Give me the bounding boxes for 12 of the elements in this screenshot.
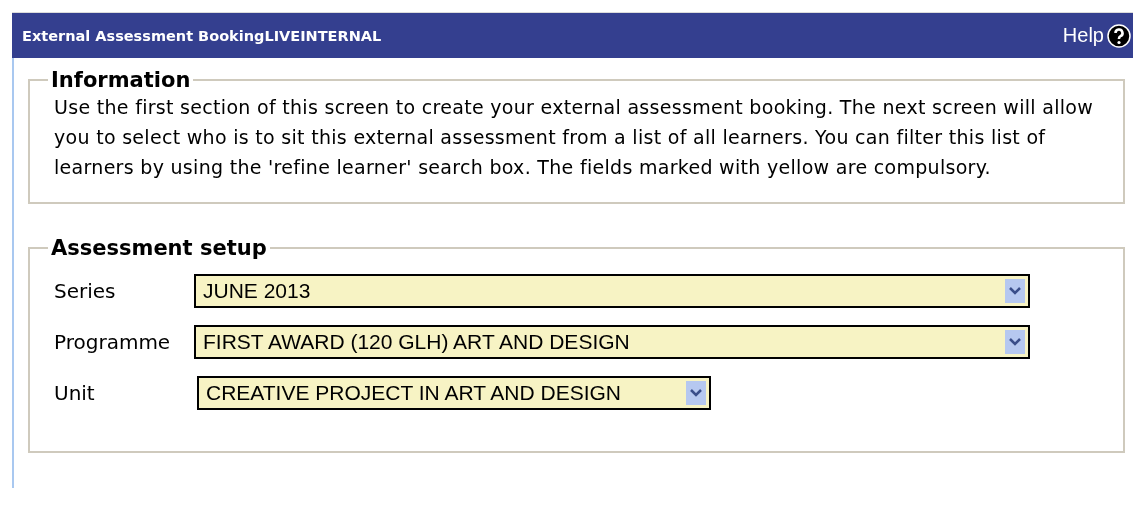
dropdown[interactable]: JUNE 2013	[194, 274, 1030, 308]
help-icon[interactable]	[1107, 23, 1131, 48]
window-title: External Assessment BookingLIVEINTERNAL	[22, 27, 383, 44]
field-label: Unit	[54, 381, 96, 405]
information-text: Use the first section of this screen to create your external assessment booking. The next screen will allow you to select who is to sit this external assessment from a list of all learners. You can filter this list of learners by using the 'refine learner' search box. The fields marked with yellow are compulsory.	[54, 95, 1094, 180]
field-label: Series	[54, 279, 117, 303]
dropdown[interactable]: FIRST AWARD (120 GLH) ART AND DESIGN	[194, 325, 1030, 359]
field-label: Programme	[54, 330, 172, 354]
help-link[interactable]: Help	[1062, 24, 1104, 47]
section-title: Information	[50, 68, 192, 92]
section-title: Assessment setup	[50, 236, 268, 260]
dropdown[interactable]: CREATIVE PROJECT IN ART AND DESIGN	[197, 376, 711, 410]
